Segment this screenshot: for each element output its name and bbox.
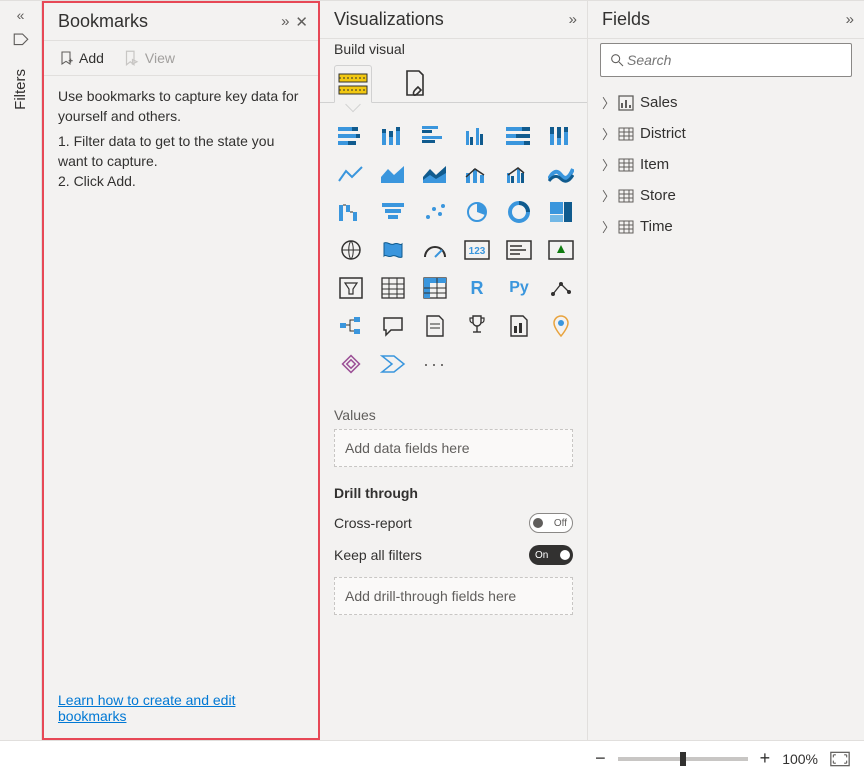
line-clustered-column-icon[interactable]	[502, 159, 536, 189]
viz-subtitle: Build visual	[320, 39, 587, 63]
zoom-out-button[interactable]: −	[595, 748, 606, 769]
zoom-in-button[interactable]: +	[760, 748, 771, 769]
svg-text:123: 123	[469, 246, 486, 257]
clustered-bar-chart-icon[interactable]	[418, 121, 452, 151]
viz-title: Visualizations	[334, 9, 569, 30]
bookmark-add-icon	[58, 49, 74, 67]
keep-filters-label: Keep all filters	[334, 547, 529, 563]
key-influencers-icon[interactable]	[544, 273, 578, 303]
measure-group-icon	[618, 95, 634, 111]
zoom-bar: − + 100%	[0, 740, 864, 776]
fields-title: Fields	[602, 9, 846, 30]
table-icon	[618, 220, 634, 234]
field-sales[interactable]: 〉 Sales	[588, 87, 864, 118]
r-visual-icon[interactable]: R	[460, 273, 494, 303]
chevron-right-icon: 〉	[602, 186, 612, 205]
treemap-icon[interactable]	[544, 197, 578, 227]
chevron-right-icon: 〉	[602, 93, 612, 112]
table-icon	[618, 158, 634, 172]
search-input[interactable]	[625, 51, 843, 69]
bookmark-add-button[interactable]: Add	[58, 49, 104, 67]
more-visuals-icon[interactable]: ···	[418, 349, 452, 379]
bookmarks-title: Bookmarks	[58, 11, 281, 32]
keep-filters-toggle[interactable]: On	[529, 545, 573, 565]
close-bookmarks-icon[interactable]: ✕	[295, 13, 308, 31]
area-chart-icon[interactable]	[376, 159, 410, 189]
power-apps-icon[interactable]	[334, 349, 368, 379]
table-icon	[618, 127, 634, 141]
field-district[interactable]: 〉 District	[588, 118, 864, 149]
collapse-fields-icon[interactable]: »	[846, 11, 854, 28]
100-stacked-bar-icon[interactable]	[502, 121, 536, 151]
zoom-slider[interactable]	[618, 757, 748, 761]
chevron-right-icon: 〉	[602, 124, 612, 143]
kpi-icon[interactable]	[544, 235, 578, 265]
visualizations-panel: Visualizations » Build visual	[320, 1, 588, 740]
pie-chart-icon[interactable]	[460, 197, 494, 227]
slicer-icon[interactable]	[334, 273, 368, 303]
filled-map-icon[interactable]	[376, 235, 410, 265]
clustered-column-chart-icon[interactable]	[460, 121, 494, 151]
bookmark-view-icon	[122, 49, 140, 67]
chevron-right-icon: 〉	[602, 155, 612, 174]
search-icon	[609, 52, 625, 68]
cross-report-label: Cross-report	[334, 515, 529, 531]
line-chart-icon[interactable]	[334, 159, 368, 189]
field-store[interactable]: 〉 Store	[588, 180, 864, 211]
stacked-column-chart-icon[interactable]	[376, 121, 410, 151]
qna-icon[interactable]	[376, 311, 410, 341]
values-label: Values	[320, 389, 587, 429]
ribbon-chart-icon[interactable]	[544, 159, 578, 189]
bookmark-view-button: View	[122, 49, 175, 67]
expand-filters-icon[interactable]: «	[17, 7, 25, 23]
100-stacked-column-icon[interactable]	[544, 121, 578, 151]
cross-report-toggle[interactable]: Off	[529, 513, 573, 533]
goals-icon[interactable]	[460, 311, 494, 341]
matrix-icon[interactable]	[418, 273, 452, 303]
drillthrough-label: Drill through	[320, 467, 587, 507]
fit-to-page-icon[interactable]	[830, 751, 850, 767]
build-visual-tab[interactable]	[334, 65, 372, 103]
fields-search-box[interactable]	[600, 43, 852, 77]
filters-collapsed-strip[interactable]: « Filters	[0, 1, 42, 740]
power-automate-icon[interactable]	[376, 349, 410, 379]
bookmarks-help-text: Use bookmarks to capture key data for yo…	[44, 76, 318, 692]
arcgis-map-icon[interactable]	[544, 311, 578, 341]
chevron-right-icon: 〉	[602, 217, 612, 236]
stacked-area-chart-icon[interactable]	[418, 159, 452, 189]
table-icon	[618, 189, 634, 203]
line-stacked-column-icon[interactable]	[460, 159, 494, 189]
format-visual-tab[interactable]	[396, 65, 434, 103]
field-time[interactable]: 〉 Time	[588, 211, 864, 242]
python-visual-icon[interactable]: Py	[502, 273, 536, 303]
table-icon[interactable]	[376, 273, 410, 303]
decomposition-tree-icon[interactable]	[334, 311, 368, 341]
collapse-bookmarks-icon[interactable]: »	[281, 13, 289, 31]
gauge-icon[interactable]	[418, 235, 452, 265]
collapse-viz-icon[interactable]: »	[569, 11, 577, 28]
bookmarks-learn-link[interactable]: Learn how to create and edit bookmarks	[58, 692, 235, 724]
donut-chart-icon[interactable]	[502, 197, 536, 227]
bookmarks-panel: Bookmarks » ✕ Add View Use bookmarks to …	[42, 1, 320, 740]
paginated-report-icon[interactable]	[502, 311, 536, 341]
viz-gallery: 123 R Py ···	[320, 102, 587, 389]
scatter-chart-icon[interactable]	[418, 197, 452, 227]
funnel-icon	[12, 31, 30, 49]
stacked-bar-chart-icon[interactable]	[334, 121, 368, 151]
drillthrough-drop-well[interactable]: Add drill-through fields here	[334, 577, 573, 615]
multi-row-card-icon[interactable]	[502, 235, 536, 265]
card-icon[interactable]: 123	[460, 235, 494, 265]
waterfall-chart-icon[interactable]	[334, 197, 368, 227]
smart-narrative-icon[interactable]	[418, 311, 452, 341]
zoom-percent: 100%	[782, 751, 818, 767]
values-drop-well[interactable]: Add data fields here	[334, 429, 573, 467]
funnel-chart-icon[interactable]	[376, 197, 410, 227]
map-icon[interactable]	[334, 235, 368, 265]
filters-label: Filters	[12, 69, 29, 110]
fields-panel: Fields » 〉 Sales 〉 District 〉 Item	[588, 1, 864, 740]
field-item[interactable]: 〉 Item	[588, 149, 864, 180]
